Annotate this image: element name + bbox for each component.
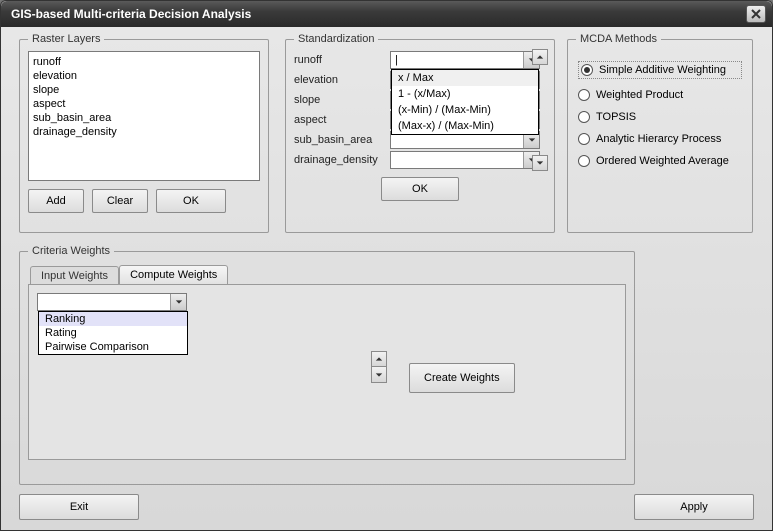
- dialog-body: Raster Layers runoff elevation slope asp…: [1, 27, 772, 530]
- dropdown-option[interactable]: x / Max: [392, 70, 538, 86]
- radio-topsis[interactable]: TOPSIS: [578, 111, 742, 123]
- dropdown-option[interactable]: 1 - (x/Max): [392, 86, 538, 102]
- weights-method-combo[interactable]: Ranking Rating Pairwise Comparison: [37, 293, 187, 311]
- dropdown-option[interactable]: Pairwise Comparison: [39, 340, 187, 354]
- dialog-window: GIS-based Multi-criteria Decision Analys…: [0, 0, 773, 531]
- list-item[interactable]: slope: [33, 83, 255, 97]
- radio-icon: [578, 111, 590, 123]
- list-item[interactable]: aspect: [33, 97, 255, 111]
- radio-label: Ordered Weighted Average: [596, 155, 729, 167]
- radio-icon: [581, 64, 593, 76]
- tab-compute-weights[interactable]: Compute Weights: [119, 265, 228, 284]
- radio-icon: [578, 155, 590, 167]
- chevron-down-icon: [170, 294, 186, 310]
- std-ok-button[interactable]: OK: [381, 177, 459, 201]
- clear-button[interactable]: Clear: [92, 189, 148, 213]
- std-combo-runoff[interactable]: | x / Max 1 - (x/Max) (x-Min) / (Max-Min…: [390, 51, 540, 69]
- dropdown-option[interactable]: (Max-x) / (Max-Min): [392, 118, 538, 134]
- std-combo-drainage[interactable]: [390, 151, 540, 169]
- std-row-label: elevation: [294, 74, 384, 86]
- radio-ahp[interactable]: Analytic Hierarcy Process: [578, 133, 742, 145]
- std-row-label: slope: [294, 94, 384, 106]
- standardization-legend: Standardization: [294, 33, 378, 45]
- raster-buttons: Add Clear OK: [28, 189, 260, 213]
- std-row-label: drainage_density: [294, 154, 384, 166]
- dropdown-option[interactable]: (x-Min) / (Max-Min): [392, 102, 538, 118]
- criteria-weights-group: Criteria Weights Input Weights Compute W…: [19, 245, 635, 485]
- radio-icon: [578, 89, 590, 101]
- radio-label: Analytic Hierarcy Process: [596, 133, 721, 145]
- reorder-spinner: [371, 351, 387, 383]
- dropdown-option[interactable]: Ranking: [39, 312, 187, 326]
- exit-button[interactable]: Exit: [19, 494, 139, 520]
- weights-combo-list[interactable]: Ranking Rating Pairwise Comparison: [38, 311, 188, 355]
- mcda-methods-group: MCDA Methods Simple Additive Weighting W…: [567, 33, 753, 233]
- tabstrip: Input Weights Compute Weights: [30, 265, 626, 284]
- apply-button[interactable]: Apply: [634, 494, 754, 520]
- std-combo-value: |: [391, 54, 523, 66]
- radio-simple-additive-weighting[interactable]: Simple Additive Weighting: [578, 61, 742, 79]
- list-item[interactable]: elevation: [33, 69, 255, 83]
- tab-panel: Ranking Rating Pairwise Comparison Creat…: [28, 284, 626, 460]
- add-button[interactable]: Add: [28, 189, 84, 213]
- standardization-group: Standardization runoff | x / Max 1 - (x/…: [285, 33, 555, 233]
- radio-label: Simple Additive Weighting: [599, 64, 726, 76]
- std-row-label: sub_basin_area: [294, 134, 384, 146]
- criteria-weights-legend: Criteria Weights: [28, 245, 114, 257]
- std-ok-wrap: OK: [294, 177, 546, 201]
- scroll-up-button[interactable]: [532, 49, 548, 65]
- dropdown-option[interactable]: Rating: [39, 326, 187, 340]
- std-scroll-down-group: [532, 155, 548, 171]
- close-icon: [751, 9, 761, 19]
- scroll-down-button[interactable]: [532, 155, 548, 171]
- raster-listbox[interactable]: runoff elevation slope aspect sub_basin_…: [28, 51, 260, 181]
- std-dropdown-list[interactable]: x / Max 1 - (x/Max) (x-Min) / (Max-Min) …: [391, 69, 539, 135]
- list-item[interactable]: runoff: [33, 55, 255, 69]
- radio-label: TOPSIS: [596, 111, 636, 123]
- std-row-label: runoff: [294, 54, 384, 66]
- mcda-legend: MCDA Methods: [576, 33, 661, 45]
- move-up-button[interactable]: [371, 351, 387, 367]
- bottom-row: Exit Apply: [19, 494, 754, 520]
- raster-legend: Raster Layers: [28, 33, 104, 45]
- raster-layers-group: Raster Layers runoff elevation slope asp…: [19, 33, 269, 233]
- window-title: GIS-based Multi-criteria Decision Analys…: [11, 7, 746, 21]
- close-button[interactable]: [746, 5, 766, 23]
- radio-owa[interactable]: Ordered Weighted Average: [578, 155, 742, 167]
- create-weights-button[interactable]: Create Weights: [409, 363, 515, 393]
- tab-input-weights[interactable]: Input Weights: [30, 266, 119, 285]
- std-scroll-up-group: [532, 49, 548, 65]
- standardization-grid: runoff | x / Max 1 - (x/Max) (x-Min) / (…: [294, 51, 546, 169]
- radio-icon: [578, 133, 590, 145]
- standardization-body: runoff | x / Max 1 - (x/Max) (x-Min) / (…: [294, 51, 546, 169]
- radio-weighted-product[interactable]: Weighted Product: [578, 89, 742, 101]
- raster-ok-button[interactable]: OK: [156, 189, 226, 213]
- std-row-label: aspect: [294, 114, 384, 126]
- titlebar: GIS-based Multi-criteria Decision Analys…: [1, 1, 772, 27]
- move-down-button[interactable]: [371, 367, 387, 383]
- radio-label: Weighted Product: [596, 89, 683, 101]
- list-item[interactable]: drainage_density: [33, 125, 255, 139]
- list-item[interactable]: sub_basin_area: [33, 111, 255, 125]
